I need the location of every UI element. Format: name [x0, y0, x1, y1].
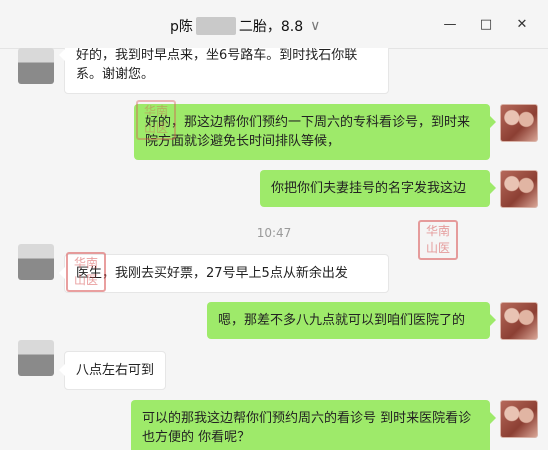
message-text: 好的，那这边帮你们预约一下周六的专科看诊号，到时来院方面就诊避免长时间排队等候，: [145, 115, 471, 149]
message-text: 八点左右可到: [76, 363, 155, 378]
doctor-avatar[interactable]: [500, 400, 538, 438]
chat-messages[interactable]: 好的，我到时早点来，坐6号路车。到时找石你联系。谢谢您。 好的，那这边帮你们预约…: [0, 48, 548, 450]
doctor-avatar[interactable]: [500, 170, 538, 208]
timestamp: 10:47: [256, 226, 292, 240]
chevron-down-icon[interactable]: ∨: [310, 18, 320, 34]
message-text: 好的，我到时早点来，坐6号路车。到时找石你联系。谢谢您。: [76, 48, 358, 82]
message-text: 医生，我刚去买好票，27号早上5点从新余出发: [76, 266, 348, 281]
doctor-avatar[interactable]: [500, 104, 538, 142]
message-bubble-outgoing[interactable]: 好的，那这边帮你们预约一下周六的专科看诊号，到时来院方面就诊避免长时间排队等候，: [134, 104, 496, 160]
message-bubble-incoming[interactable]: 医生，我刚去买好票，27号早上5点从新余出发: [59, 254, 389, 293]
close-icon[interactable]: ✕: [512, 14, 532, 34]
message-bubble-outgoing[interactable]: 可以的那我这边帮你们预约周六的看诊号 到时来医院看诊也方便的 你看呢？: [131, 400, 496, 450]
contact-avatar[interactable]: [18, 48, 54, 84]
chat-title-suffix: 二胎，8.8: [238, 19, 304, 35]
message-bubble-incoming[interactable]: 八点左右可到: [59, 351, 166, 390]
message-bubble-incoming[interactable]: 好的，我到时早点来，坐6号路车。到时找石你联系。谢谢您。: [59, 48, 389, 94]
message-text: 你把你们夫妻挂号的名字发我这边: [271, 181, 467, 196]
minimize-icon[interactable]: —: [440, 14, 460, 34]
redacted-name-block: [195, 17, 236, 35]
contact-avatar[interactable]: [18, 340, 54, 376]
chat-title-prefix: p陈: [170, 19, 193, 35]
chat-title[interactable]: p陈 二胎，8.8 ∨: [170, 16, 320, 36]
message-text: 可以的那我这边帮你们预约周六的看诊号 到时来医院看诊也方便的 你看呢？: [142, 411, 472, 445]
contact-avatar[interactable]: [18, 244, 54, 280]
message-bubble-outgoing[interactable]: 你把你们夫妻挂号的名字发我这边: [260, 170, 496, 207]
message-text: 嗯，那差不多八九点就可以到咱们医院了的: [218, 313, 466, 328]
title-bar: p陈 二胎，8.8 ∨ — □ ✕: [0, 0, 548, 49]
doctor-avatar[interactable]: [500, 302, 538, 340]
maximize-icon[interactable]: □: [476, 14, 496, 34]
message-bubble-outgoing[interactable]: 嗯，那差不多八九点就可以到咱们医院了的: [207, 302, 496, 339]
